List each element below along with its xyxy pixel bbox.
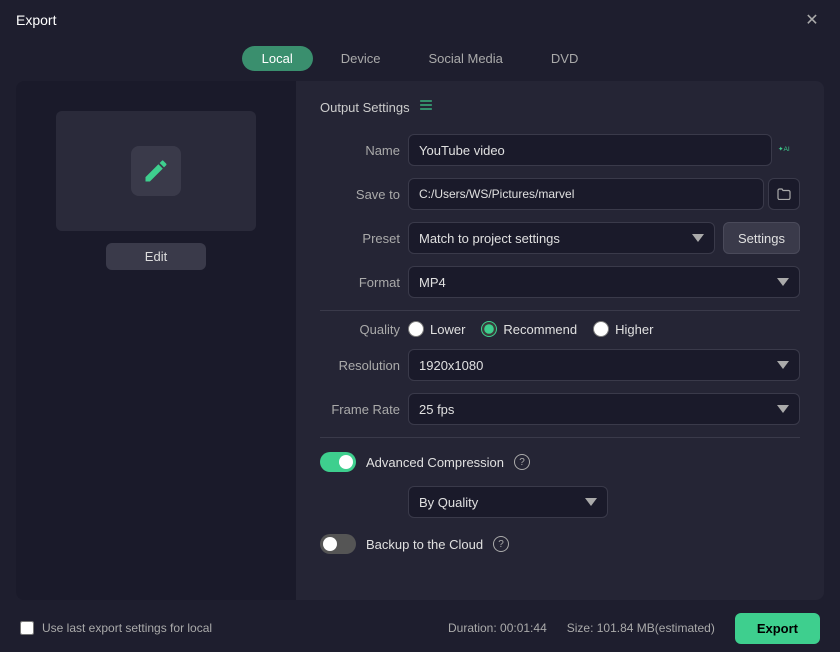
preset-dropdown[interactable]: Match to project settings <box>408 222 715 254</box>
toggle-slider-compression <box>320 452 356 472</box>
frame-rate-dropdown[interactable]: 25 fps 30 fps 60 fps <box>408 393 800 425</box>
close-button[interactable]: ✕ <box>800 8 824 32</box>
quality-lower-option[interactable]: Lower <box>408 321 465 337</box>
toggle-slider-backup <box>320 534 356 554</box>
preset-row: Preset Match to project settings Setting… <box>320 222 800 254</box>
frame-rate-row: Frame Rate 25 fps 30 fps 60 fps <box>320 393 800 425</box>
advanced-compression-help-icon[interactable]: ? <box>514 454 530 470</box>
quality-radio-group: Lower Recommend Higher <box>408 321 800 337</box>
quality-row: Quality Lower Recommend Higher <box>320 321 800 337</box>
edit-button[interactable]: Edit <box>106 243 206 270</box>
advanced-compression-row: Advanced Compression ? <box>320 448 800 476</box>
divider-2 <box>320 437 800 438</box>
preset-input-group: Match to project settings Settings <box>408 222 800 254</box>
quality-recommend-radio[interactable] <box>481 321 497 337</box>
window-title: Export <box>16 12 56 28</box>
frame-rate-label: Frame Rate <box>320 402 400 417</box>
duration-text: Duration: 00:01:44 <box>448 621 547 635</box>
quality-lower-radio[interactable] <box>408 321 424 337</box>
name-label: Name <box>320 143 400 158</box>
format-row: Format MP4 MOV AVI MKV <box>320 266 800 298</box>
settings-icon <box>418 97 434 118</box>
preview-thumbnail <box>56 111 256 231</box>
svg-text:✦AI: ✦AI <box>778 145 790 153</box>
quality-lower-label: Lower <box>430 322 465 337</box>
format-label: Format <box>320 275 400 290</box>
format-dropdown[interactable]: MP4 MOV AVI MKV <box>408 266 800 298</box>
ai-icon[interactable]: ✦AI <box>778 141 800 160</box>
name-row: Name ✦AI <box>320 134 800 166</box>
by-quality-dropdown[interactable]: By Quality <box>408 486 608 518</box>
quality-higher-option[interactable]: Higher <box>593 321 653 337</box>
by-quality-row: By Quality <box>320 486 800 518</box>
backup-cloud-help-icon[interactable]: ? <box>493 536 509 552</box>
settings-button[interactable]: Settings <box>723 222 800 254</box>
resolution-dropdown[interactable]: 1920x1080 1280x720 3840x2160 <box>408 349 800 381</box>
advanced-compression-toggle[interactable] <box>320 452 356 472</box>
tab-social-media[interactable]: Social Media <box>408 46 522 71</box>
use-last-settings-label: Use last export settings for local <box>42 621 212 635</box>
save-to-label: Save to <box>320 187 400 202</box>
quality-recommend-label: Recommend <box>503 322 577 337</box>
folder-button[interactable] <box>768 178 800 210</box>
title-bar: Export ✕ <box>0 0 840 40</box>
bottom-bar: Use last export settings for local Durat… <box>0 604 840 652</box>
quality-higher-radio[interactable] <box>593 321 609 337</box>
main-content: Edit Output Settings Name <box>16 81 824 600</box>
advanced-compression-label: Advanced Compression <box>366 455 504 470</box>
save-to-row: Save to <box>320 178 800 210</box>
tab-device[interactable]: Device <box>321 46 401 71</box>
backup-cloud-toggle[interactable] <box>320 534 356 554</box>
save-path-input[interactable] <box>408 178 764 210</box>
bottom-right: Duration: 00:01:44 Size: 101.84 MB(estim… <box>448 613 820 644</box>
export-button[interactable]: Export <box>735 613 820 644</box>
divider-1 <box>320 310 800 311</box>
tab-local[interactable]: Local <box>242 46 313 71</box>
settings-panel: Output Settings Name ✦AI <box>296 81 824 600</box>
tab-dvd[interactable]: DVD <box>531 46 598 71</box>
resolution-label: Resolution <box>320 358 400 373</box>
output-settings-header: Output Settings <box>320 97 800 118</box>
backup-cloud-row: Backup to the Cloud ? <box>320 530 800 558</box>
preview-panel: Edit <box>16 81 296 600</box>
tab-bar: Local Device Social Media DVD <box>0 40 840 81</box>
name-input-group: ✦AI <box>408 134 800 166</box>
quality-higher-label: Higher <box>615 322 653 337</box>
edit-icon <box>131 146 181 196</box>
quality-recommend-option[interactable]: Recommend <box>481 321 577 337</box>
save-to-input-group <box>408 178 800 210</box>
use-last-settings[interactable]: Use last export settings for local <box>20 621 212 635</box>
output-settings-label: Output Settings <box>320 100 410 115</box>
app-window: Export ✕ Local Device Social Media DVD E… <box>0 0 840 652</box>
name-input[interactable] <box>408 134 772 166</box>
backup-cloud-label: Backup to the Cloud <box>366 537 483 552</box>
resolution-row: Resolution 1920x1080 1280x720 3840x2160 <box>320 349 800 381</box>
size-text: Size: 101.84 MB(estimated) <box>567 621 715 635</box>
preset-label: Preset <box>320 231 400 246</box>
quality-label: Quality <box>320 322 400 337</box>
use-last-settings-checkbox[interactable] <box>20 621 34 635</box>
